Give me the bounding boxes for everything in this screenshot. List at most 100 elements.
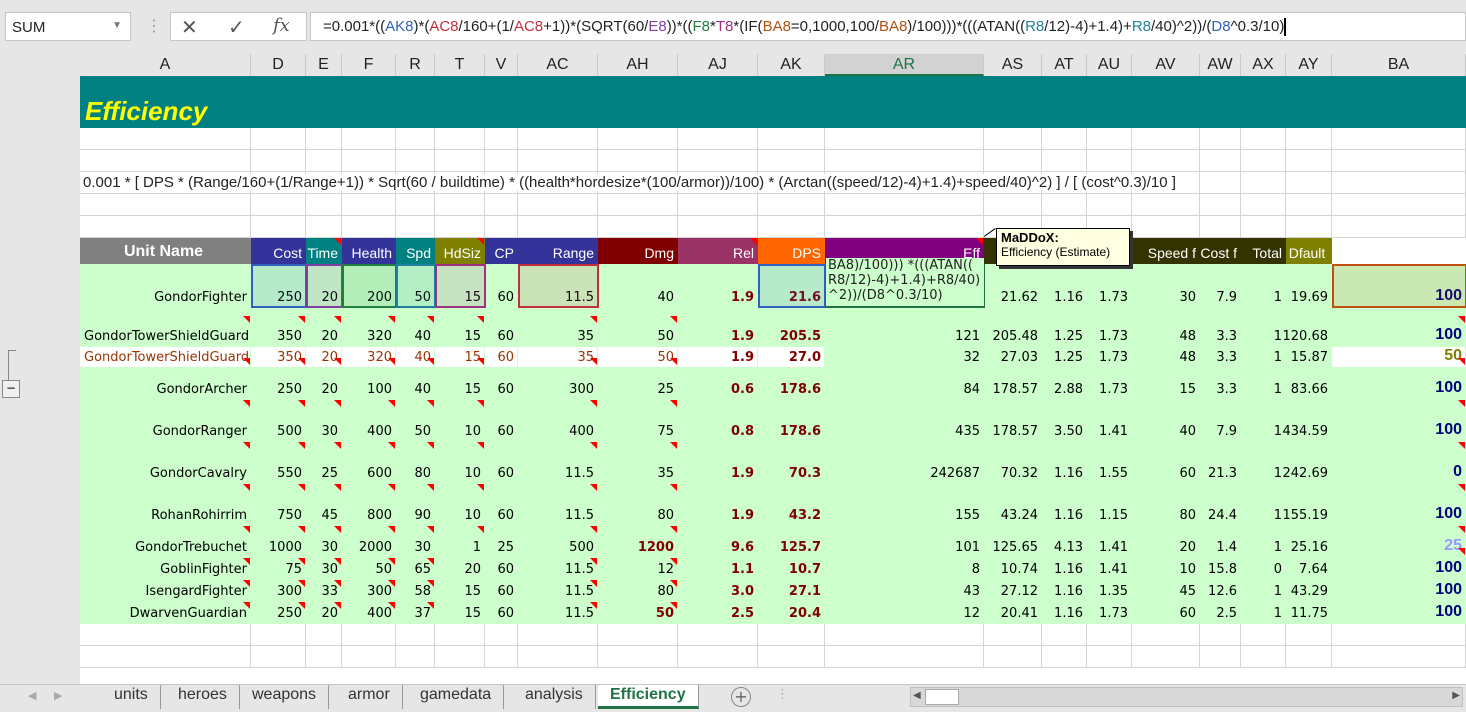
cell-at[interactable]: 1.16 (1042, 264, 1087, 326)
column-header-ak[interactable]: AK (758, 54, 825, 76)
horizontal-scrollbar[interactable]: ◀ ▶ (910, 687, 1463, 707)
cell[interactable] (1332, 150, 1466, 172)
cell-as[interactable]: 178.57 (984, 410, 1042, 452)
cell-av[interactable]: 20 (1132, 536, 1200, 558)
column-header-a[interactable]: A (80, 54, 251, 76)
cell[interactable] (1241, 646, 1286, 668)
cell-av[interactable]: 48 (1132, 326, 1200, 347)
cell-au[interactable]: 1.73 (1087, 326, 1132, 347)
sheet-tab-weapons[interactable]: weapons (240, 685, 330, 709)
cell-spd[interactable]: 30 (396, 536, 435, 558)
cell[interactable] (435, 624, 485, 646)
cell-dps[interactable]: 125.7 (758, 536, 825, 558)
cell-at[interactable]: 1.16 (1042, 452, 1087, 494)
cell-time[interactable]: 20 (306, 326, 342, 347)
cell-eff[interactable]: 121 (825, 326, 984, 347)
cell-eff[interactable]: 242687 (825, 452, 984, 494)
cell[interactable] (306, 194, 342, 216)
cell[interactable] (1286, 646, 1332, 668)
cell-cost[interactable]: 350 (251, 326, 306, 347)
cell-at[interactable]: 1.16 (1042, 494, 1087, 536)
cell-ay[interactable]: 15.87 (1286, 347, 1332, 368)
cell[interactable] (342, 216, 396, 238)
cell-cp[interactable]: 60 (485, 602, 518, 624)
cell[interactable] (1042, 194, 1087, 216)
tab-splitter[interactable]: ⋮ (776, 687, 789, 702)
cell-time[interactable]: 25 (306, 452, 342, 494)
cell[interactable] (825, 216, 984, 238)
cell-rel[interactable]: 1.9 (678, 452, 758, 494)
cell-edit-text[interactable]: BA8)/100))) *(((ATAN((R8/12)-4)+1.4)+R8/… (826, 258, 984, 306)
cell-name[interactable]: RohanRohirrim (80, 494, 251, 536)
cell-rel[interactable]: 1.9 (678, 264, 758, 326)
formula-input[interactable]: =0.001*((AK8)*(AC8/160+(1/AC8+1))*(SQRT(… (310, 12, 1466, 41)
cell[interactable] (485, 150, 518, 172)
cell-as[interactable]: 27.03 (984, 347, 1042, 368)
cell-ax[interactable]: 1 (1241, 452, 1286, 494)
cell[interactable] (306, 624, 342, 646)
cell[interactable] (485, 216, 518, 238)
cell[interactable] (825, 624, 984, 646)
cell[interactable] (1132, 150, 1200, 172)
cell[interactable] (758, 194, 825, 216)
cell-aw[interactable]: 21.3 (1200, 452, 1241, 494)
cell-time[interactable]: 20 (306, 368, 342, 410)
cell-aw[interactable]: 2.5 (1200, 602, 1241, 624)
cell-au[interactable]: 1.35 (1087, 580, 1132, 602)
cell-cp[interactable]: 60 (485, 494, 518, 536)
cell-ay[interactable]: 434.59 (1283, 410, 1332, 452)
column-header-aw[interactable]: AW (1200, 54, 1241, 76)
cell-cost[interactable]: 250 (251, 264, 306, 326)
cell-dps[interactable]: 205.5 (758, 326, 825, 347)
cell[interactable] (1042, 646, 1087, 668)
column-header-v[interactable]: V (485, 54, 518, 76)
cell-ba[interactable]: 100 (1332, 264, 1466, 326)
cell-ba[interactable]: 100 (1332, 580, 1466, 602)
cell-av[interactable]: 48 (1132, 347, 1200, 368)
cell[interactable] (1132, 128, 1200, 150)
column-header-cell[interactable]: Dfault (1286, 238, 1332, 264)
cell-at[interactable]: 1.25 (1042, 326, 1087, 347)
cell-as[interactable]: 21.62 (984, 264, 1042, 326)
cell[interactable] (435, 194, 485, 216)
cell-at[interactable]: 3.50 (1042, 410, 1087, 452)
cell[interactable] (678, 150, 758, 172)
cell-health[interactable]: 200 (342, 264, 396, 326)
cell[interactable] (598, 646, 678, 668)
cell-dmg[interactable]: 40 (598, 264, 678, 326)
cell-range[interactable]: 11.5 (518, 558, 598, 580)
cell[interactable] (251, 624, 306, 646)
cell-dmg[interactable]: 50 (598, 326, 678, 347)
cell-health[interactable]: 100 (342, 368, 396, 410)
cell-as[interactable]: 20.41 (984, 602, 1042, 624)
cell[interactable] (678, 624, 758, 646)
cell-au[interactable]: 1.73 (1087, 368, 1132, 410)
cell-as[interactable]: 205.48 (984, 326, 1042, 347)
cell[interactable] (984, 150, 1042, 172)
cell[interactable] (80, 646, 251, 668)
cell-ax[interactable]: 1 (1241, 368, 1286, 410)
column-header-cell[interactable]: Health (342, 238, 396, 264)
column-header-cell[interactable]: Rel (678, 238, 758, 264)
cell[interactable] (396, 624, 435, 646)
cell-ax[interactable]: 1 (1241, 580, 1286, 602)
column-header-cell[interactable]: Cost (251, 238, 306, 264)
cell[interactable] (1286, 624, 1332, 646)
cell[interactable] (342, 194, 396, 216)
cell[interactable] (1132, 194, 1200, 216)
cell[interactable] (518, 150, 598, 172)
cell-eff[interactable]: 101 (825, 536, 984, 558)
column-header-ah[interactable]: AH (598, 54, 678, 76)
tab-scroll-right-icon[interactable]: ▶ (54, 689, 62, 702)
cell[interactable] (1286, 172, 1332, 194)
cell-eff[interactable]: 12 (825, 602, 984, 624)
cell-range[interactable]: 300 (518, 368, 598, 410)
cell-at[interactable]: 1.16 (1042, 558, 1087, 580)
cell-time[interactable]: 20 (306, 347, 342, 368)
cell-cp[interactable]: 60 (485, 452, 518, 494)
scroll-right-icon[interactable]: ▶ (1452, 690, 1460, 701)
cell[interactable] (342, 150, 396, 172)
cell-at[interactable]: 4.13 (1042, 536, 1087, 558)
cell[interactable] (485, 646, 518, 668)
cell[interactable] (80, 128, 251, 150)
